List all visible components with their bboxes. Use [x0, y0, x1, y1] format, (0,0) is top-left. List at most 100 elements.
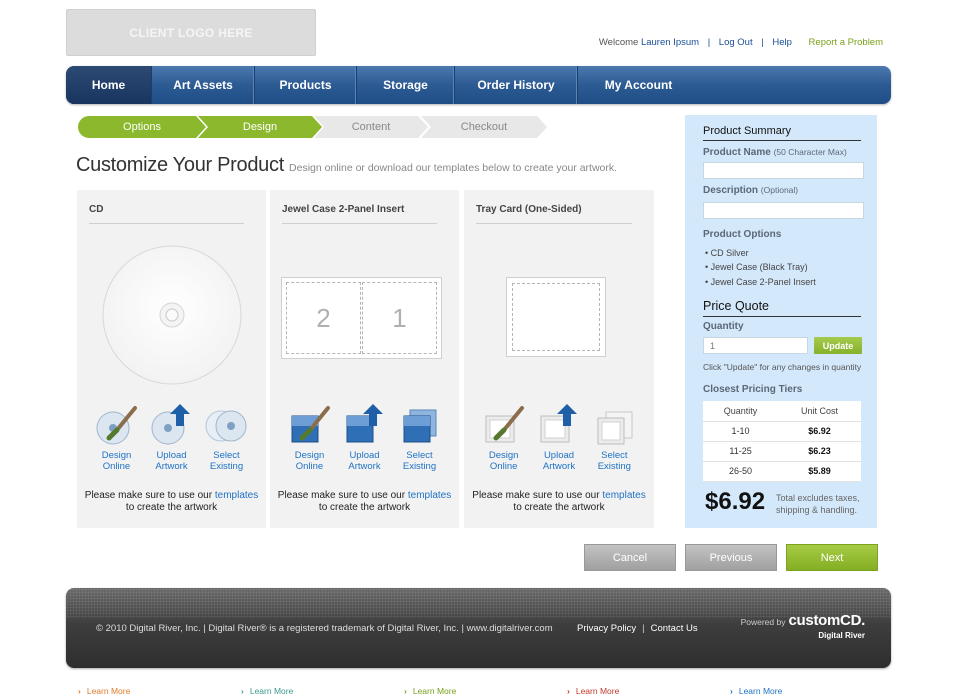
- cancel-button[interactable]: Cancel: [584, 544, 676, 571]
- nav-home[interactable]: Home: [66, 66, 152, 104]
- welcome-text: Welcome: [598, 37, 639, 48]
- panel-divider: [89, 223, 244, 224]
- panel-divider: [282, 223, 437, 224]
- panel-actions: Design Online Upload Artwork Select Existin…: [476, 402, 642, 472]
- option-item: • Jewel Case 2-Panel Insert: [705, 277, 816, 287]
- stacked-trays-icon: [597, 411, 633, 445]
- price-quote-title: Price Quote: [703, 299, 770, 313]
- product-summary: Product Summary Product Name (50 Charact…: [685, 115, 877, 528]
- logout-link[interactable]: Log Out: [719, 37, 753, 48]
- nav-art-assets[interactable]: Art Assets: [152, 66, 255, 104]
- tier-quantity: 26-50: [703, 461, 779, 482]
- option-item: • Jewel Case (Black Tray): [705, 262, 808, 272]
- chevron-right-icon: ›: [567, 686, 570, 696]
- help-link[interactable]: Help: [772, 37, 792, 48]
- select-existing-button[interactable]: Select Existing: [199, 402, 254, 472]
- tier-price: $6.23: [778, 441, 861, 462]
- column-header: Unit Cost: [778, 401, 861, 422]
- brush-disc-icon: [96, 406, 137, 445]
- learn-more-link[interactable]: › Learn More: [730, 686, 782, 696]
- panel-divider: [476, 223, 632, 224]
- learn-more-link[interactable]: › Learn More: [78, 686, 130, 696]
- nav-products[interactable]: Products: [255, 66, 357, 104]
- tier-price: $5.89: [778, 461, 861, 482]
- customcd-logo: customCD.: [788, 612, 866, 629]
- divider: |: [761, 37, 764, 48]
- panel-actions: Design Online Upload Artwork Select Existin…: [89, 402, 254, 472]
- step-content: Content: [314, 116, 428, 138]
- privacy-policy-link[interactable]: Privacy Policy: [577, 623, 636, 634]
- step-design[interactable]: Design: [198, 116, 322, 138]
- footer-links: Privacy Policy | Contact Us: [577, 623, 698, 634]
- panel-front: 1: [362, 282, 437, 354]
- previous-button[interactable]: Previous: [685, 544, 777, 571]
- nav-order-history[interactable]: Order History: [455, 66, 578, 104]
- upload-artwork-button[interactable]: Upload Artwork: [337, 402, 392, 472]
- panel-back: 2: [286, 282, 361, 354]
- divider: |: [642, 623, 645, 634]
- learn-more-link[interactable]: › Learn More: [567, 686, 619, 696]
- product-panel-jewel-case: Jewel Case 2-Panel Insert 2 1 Design Onli…: [270, 190, 459, 528]
- footer: © 2010 Digital River, Inc. | Digital Riv…: [66, 588, 891, 668]
- quantity-label: Quantity: [703, 321, 744, 332]
- step-options[interactable]: Options: [78, 116, 206, 138]
- chevron-right-icon: ›: [404, 686, 407, 696]
- summary-title: Product Summary: [703, 125, 792, 137]
- divider: |: [707, 37, 711, 48]
- stacked-discs-icon: [205, 410, 246, 442]
- tier-quantity: 11-25: [703, 441, 779, 462]
- step-checkout: Checkout: [421, 116, 547, 138]
- product-options-label: Product Options: [703, 229, 782, 240]
- table-row: 26-50 $5.89: [703, 461, 861, 482]
- pricing-tiers-label: Closest Pricing Tiers: [703, 384, 803, 395]
- page-subtitle: Design online or download our templates …: [289, 162, 618, 174]
- powered-by-label: Powered by: [740, 617, 786, 627]
- tier-quantity: 1-10: [703, 421, 779, 442]
- design-online-button[interactable]: Design Online: [89, 402, 144, 472]
- brush-tray-icon: [485, 406, 524, 443]
- product-panel-cd: CD Design Online Upload Artwork Select E…: [77, 190, 266, 528]
- next-button[interactable]: Next: [786, 544, 878, 571]
- report-problem-link[interactable]: Report a Problem: [809, 37, 883, 48]
- select-existing-button[interactable]: Select Existing: [392, 402, 447, 472]
- template-note: Please make sure to use our templates to…: [84, 490, 259, 513]
- quantity-field[interactable]: [703, 337, 808, 354]
- panel-title: CD: [89, 204, 104, 215]
- upload-artwork-button[interactable]: Upload Artwork: [144, 402, 199, 472]
- page-heading: Customize Your Product Design online or …: [76, 154, 617, 177]
- product-name-label: Product Name (50 Character Max): [703, 147, 847, 158]
- brush-case-icon: [291, 406, 330, 443]
- learn-more-link[interactable]: › Learn More: [404, 686, 456, 696]
- panel-actions: Design Online Upload Artwork Select Existin…: [282, 402, 447, 472]
- upload-artwork-button[interactable]: Upload Artwork: [531, 402, 586, 472]
- templates-link[interactable]: templates: [408, 490, 451, 501]
- column-header: Quantity: [703, 401, 779, 422]
- update-button[interactable]: Update: [814, 337, 862, 354]
- chevron-right-icon: ›: [78, 686, 81, 696]
- table-header-row: Quantity Unit Cost: [703, 401, 861, 422]
- design-online-button[interactable]: Design Online: [282, 402, 337, 472]
- nav-my-account[interactable]: My Account: [578, 66, 699, 104]
- tier-price: $6.92: [778, 421, 861, 442]
- option-item: • CD Silver: [705, 248, 749, 258]
- product-panel-tray-card: Tray Card (One-Sided) Design Online Uploa…: [464, 190, 654, 528]
- templates-link[interactable]: templates: [602, 490, 645, 501]
- nav-storage[interactable]: Storage: [357, 66, 455, 104]
- user-bar: Welcome Lauren Ipsum | Log Out | Help Re…: [599, 37, 883, 48]
- user-name-link[interactable]: Lauren Ipsum: [641, 37, 699, 48]
- panel-title: Jewel Case 2-Panel Insert: [282, 204, 405, 215]
- page-title: Customize Your Product: [76, 154, 284, 176]
- contact-us-link[interactable]: Contact Us: [651, 623, 698, 634]
- select-existing-button[interactable]: Select Existing: [587, 402, 642, 472]
- templates-link[interactable]: templates: [215, 490, 258, 501]
- table-row: 1-10 $6.92: [703, 421, 861, 442]
- product-name-field[interactable]: [703, 162, 864, 179]
- design-online-button[interactable]: Design Online: [476, 402, 531, 472]
- learn-more-link[interactable]: › Learn More: [241, 686, 293, 696]
- step-progress: Options Design Content Checkout: [78, 116, 548, 138]
- template-note: Please make sure to use our templates to…: [277, 490, 452, 513]
- total-price: $6.92: [705, 488, 766, 515]
- template-note: Please make sure to use our templates to…: [472, 490, 646, 513]
- panel-title: Tray Card (One-Sided): [476, 204, 582, 215]
- description-field[interactable]: [703, 202, 864, 219]
